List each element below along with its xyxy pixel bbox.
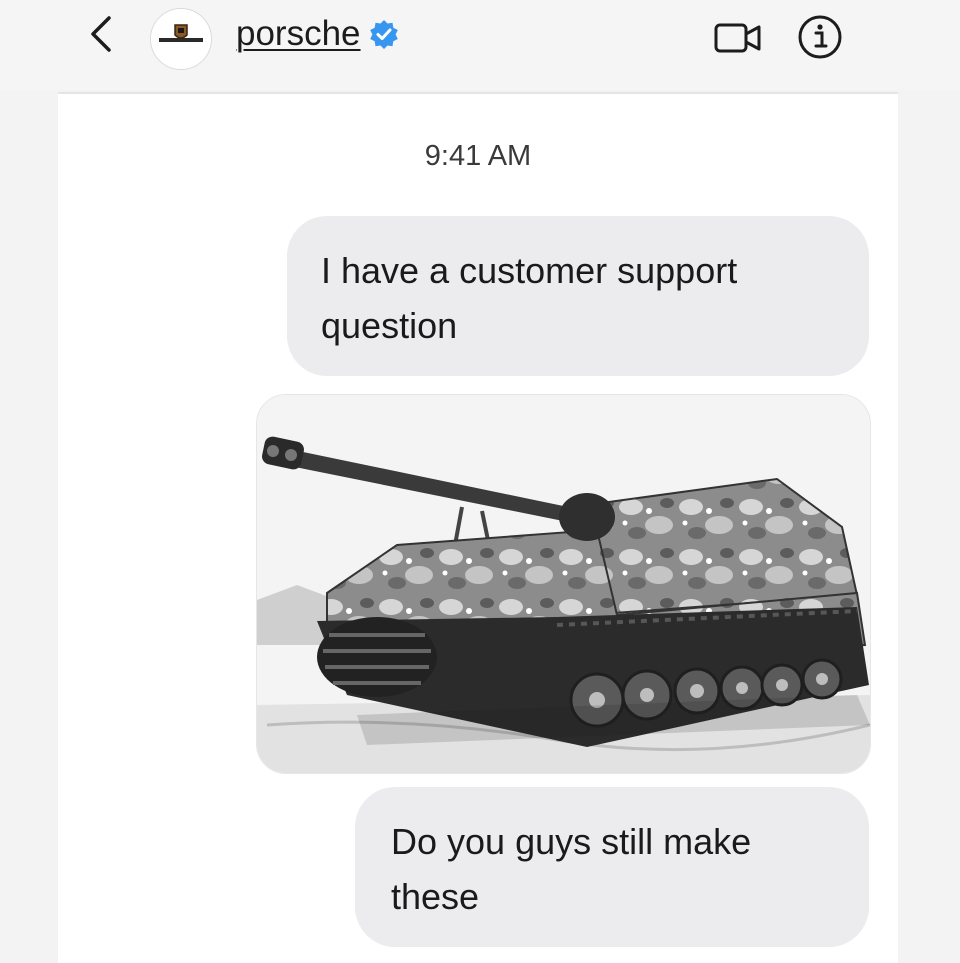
info-icon (798, 15, 842, 59)
info-button[interactable] (797, 14, 843, 60)
video-camera-icon (714, 23, 761, 53)
message-timestamp: 9:41 AM (424, 140, 532, 172)
message-text: I have a customer support question (321, 250, 738, 346)
avatar[interactable] (150, 8, 212, 70)
video-call-button[interactable] (713, 18, 763, 58)
sent-message-bubble[interactable]: I have a customer support question (287, 216, 869, 376)
message-text: Do you guys still make these (391, 821, 752, 917)
sent-message-bubble[interactable]: Do you guys still make these (355, 787, 869, 947)
conversation-header: porsche (0, 0, 960, 90)
profile-link[interactable]: porsche (236, 12, 399, 56)
sent-image-message[interactable] (256, 394, 871, 774)
dm-screen: porsche 9:41 AM I have a customer suppor… (0, 0, 960, 963)
back-button[interactable] (84, 14, 118, 54)
porsche-crest-logo (151, 9, 211, 69)
username: porsche (236, 14, 361, 53)
message-thread[interactable]: 9:41 AM I have a customer support questi… (58, 92, 898, 963)
verified-badge-icon (369, 19, 399, 49)
tank-photo (257, 395, 870, 773)
chevron-left-icon (91, 16, 111, 52)
